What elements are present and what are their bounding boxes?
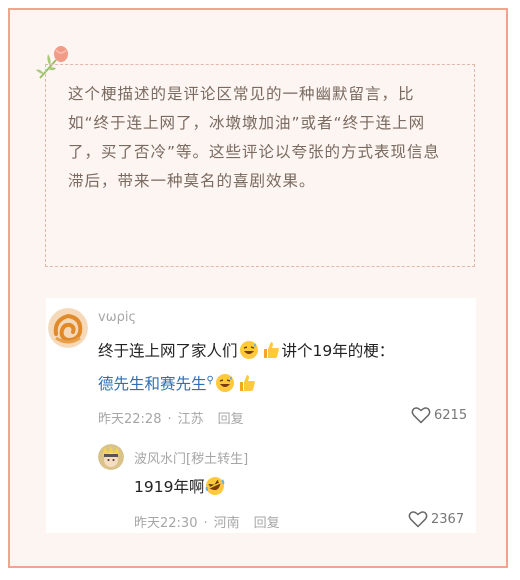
- explanation-note: 这个梗描述的是评论区常见的一种幽默留言，比如“终于连上网了，冰墩墩加油”或者“终…: [45, 64, 475, 267]
- reply-time: 昨天22:30: [134, 516, 198, 531]
- comment-text-part2: 讲个19年的梗：: [281, 342, 395, 360]
- reply-username[interactable]: 波风水门[秽土转生]: [134, 448, 248, 467]
- explanation-text: 这个梗描述的是评论区常见的一种幽默留言，比如“终于连上网了，冰墩墩加油”或者“终…: [68, 85, 441, 190]
- meta-separator: ·: [167, 412, 172, 427]
- comment-like-button[interactable]: 6215: [411, 406, 467, 424]
- reply-reply-button[interactable]: 回复: [254, 516, 280, 531]
- reply-meta: 昨天22:30 · 河南 回复: [134, 512, 280, 531]
- thumbs-up-emoji: [263, 342, 279, 358]
- heart-outline-icon: [411, 407, 431, 424]
- search-icon[interactable]: ⚲: [207, 375, 214, 386]
- reply-like-button[interactable]: 2367: [408, 510, 464, 528]
- comment-time: 昨天22:28: [98, 412, 162, 427]
- comment-username[interactable]: vωρiς: [98, 310, 136, 325]
- grinning-sweat-emoji: [215, 374, 234, 392]
- reply-user-avatar[interactable]: [98, 444, 124, 470]
- heart-outline-icon: [408, 511, 428, 528]
- user-avatar[interactable]: [48, 308, 88, 348]
- meta-separator: ·: [203, 516, 208, 531]
- comment-text-part1: 终于连上网了家人们: [98, 342, 238, 360]
- article-frame: 这个梗描述的是评论区常见的一种幽默留言，比如“终于连上网了，冰墩墩加油”或者“终…: [8, 8, 508, 568]
- reply-text: 1919年啊: [134, 478, 205, 496]
- like-count: 6215: [434, 407, 468, 423]
- comment-meta: 昨天22:28 · 江苏 回复: [98, 408, 244, 427]
- grinning-sweat-emoji: [239, 341, 258, 359]
- comment-location: 江苏: [177, 412, 204, 427]
- comment-card: vωρiς 终于连上网了家人们 讲个19年的梗： 德先生和赛先生⚲ 昨天22:28…: [46, 298, 476, 533]
- rolling-laughing-emoji: [206, 477, 225, 495]
- topic-link[interactable]: 德先生和赛先生: [98, 375, 207, 393]
- reply-button[interactable]: 回复: [218, 412, 244, 427]
- reply-body: 1919年啊: [134, 474, 226, 500]
- reply-location: 河南: [213, 516, 240, 531]
- thumbs-up-emoji: [239, 375, 255, 391]
- comment-body: 终于连上网了家人们 讲个19年的梗： 德先生和赛先生⚲: [98, 336, 468, 399]
- reply-like-count: 2367: [431, 511, 465, 527]
